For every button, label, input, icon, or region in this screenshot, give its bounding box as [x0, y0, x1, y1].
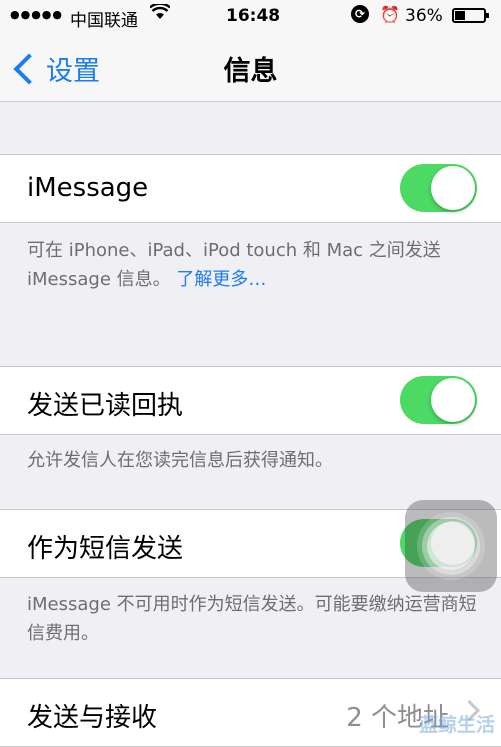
imessage-label: iMessage — [27, 173, 149, 203]
signal-strength-icon: ●●●●● — [10, 8, 63, 21]
read-receipts-cell: 发送已读回执 — [0, 367, 501, 434]
wifi-icon — [149, 2, 171, 25]
carrier-name: 中国联通 — [70, 11, 138, 31]
send-as-sms-footer: iMessage 不可用时作为短信发送。可能要缴纳运营商短信费用。 — [27, 594, 477, 644]
toggle-knob — [431, 378, 475, 422]
watermark-logo: 蓝鲸生活 — [418, 714, 495, 736]
imessage-cell: iMessage — [0, 155, 501, 222]
page-title: 信息 — [223, 56, 278, 87]
learn-more-link[interactable]: 了解更多… — [176, 269, 266, 290]
assistive-touch-button[interactable] — [405, 500, 497, 592]
send-receive-label: 发送与接收 — [27, 703, 158, 733]
status-bar: ●●●●● 中国联通 16:48 ⟳ ⏰ 36% — [0, 0, 501, 33]
battery-fill — [455, 11, 465, 20]
imessage-group: iMessage — [0, 154, 501, 223]
rotation-lock-icon: ⟳ — [351, 5, 369, 23]
clock-time: 16:48 — [226, 6, 281, 26]
read-receipts-toggle[interactable] — [400, 376, 477, 424]
battery-icon — [452, 8, 489, 23]
read-receipts-footer: 允许发信人在您读完信息后获得通知。 — [27, 450, 333, 471]
imessage-toggle[interactable] — [400, 164, 477, 212]
read-receipts-label: 发送已读回执 — [27, 391, 184, 421]
send-as-sms-label: 作为短信发送 — [27, 534, 184, 564]
read-receipts-group: 发送已读回执 — [0, 366, 501, 435]
alarm-icon: ⏰ — [380, 5, 400, 24]
assistive-touch-icon — [427, 522, 475, 570]
toggle-knob — [431, 166, 475, 210]
imessage-footer: 可在 iPhone、iPad、iPod touch 和 Mac 之间发送 iMe… — [27, 236, 477, 294]
battery-percent: 36% — [405, 6, 443, 26]
navigation-bar: 设置 信息 — [0, 33, 501, 102]
